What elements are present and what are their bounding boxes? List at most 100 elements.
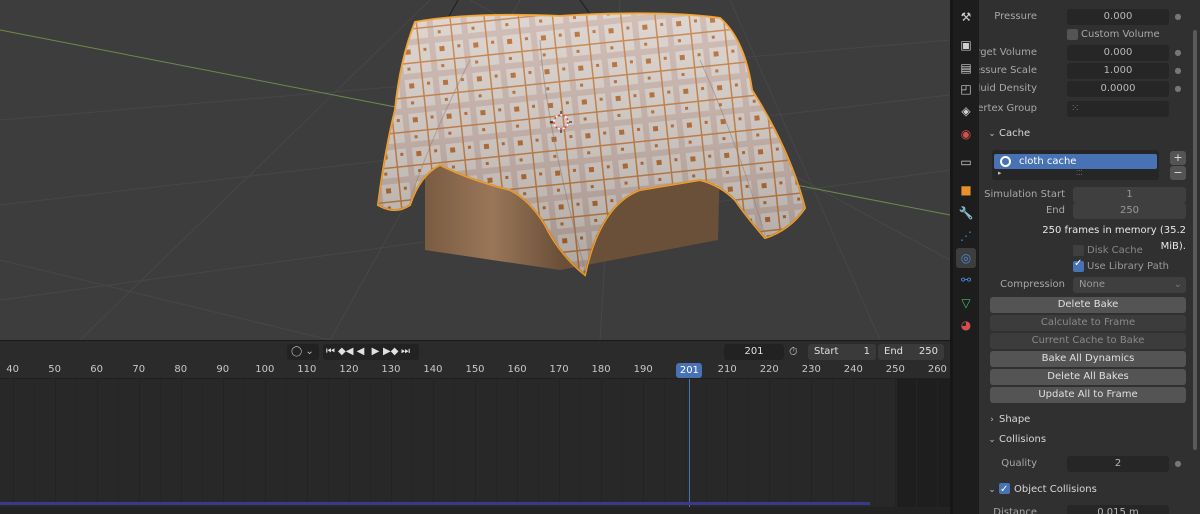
update-all-to-frame-button[interactable]: Update All to Frame	[990, 387, 1186, 403]
target-volume-field[interactable]: 0.000	[1067, 45, 1169, 61]
stopwatch-icon[interactable]: ⏱	[789, 344, 803, 360]
scene-icon[interactable]: ◈	[956, 101, 976, 121]
custom-volume-checkbox[interactable]	[1067, 29, 1078, 40]
timeline-grid-line	[874, 379, 876, 514]
ruler-tick-label: 260	[927, 364, 947, 375]
pressure-field[interactable]: 0.000	[1067, 9, 1169, 25]
start-frame-field[interactable]: Start 1	[808, 344, 876, 360]
particles-icon[interactable]: ⋰	[956, 226, 976, 246]
pressure-scale-field[interactable]: 1.000	[1067, 63, 1169, 79]
timeline-grid-line	[685, 379, 687, 514]
simulation-end-row: End 250	[979, 202, 1192, 220]
circle-icon: ◯ ⌄	[291, 346, 314, 357]
play-reverse-icon[interactable]: ◀	[353, 344, 368, 360]
compression-value: None	[1079, 279, 1106, 290]
timeline-body[interactable]	[0, 379, 950, 514]
chevron-down-icon: ⌄	[1173, 279, 1182, 290]
play-icon[interactable]: ▶	[368, 344, 383, 360]
timeline-grid-line	[348, 379, 350, 514]
compression-label: Compression	[1000, 279, 1065, 290]
next-keyframe-icon[interactable]: ▶◆	[383, 344, 398, 360]
timeline-grid-line	[180, 379, 182, 514]
timeline-grid-line	[138, 379, 140, 514]
simulation-end-label: End	[1045, 205, 1065, 216]
distance-field[interactable]: 0.015 m	[1067, 505, 1169, 514]
ruler-tick-label: 150	[465, 364, 485, 375]
end-frame-field[interactable]: End 250	[878, 344, 944, 360]
timeline-ruler[interactable]: 40 50 60 70 80 90 100 110 120 130 140 150 160 170 180 1…	[0, 362, 950, 379]
timeline-grid-line	[222, 379, 224, 514]
world-icon[interactable]: ◉	[956, 124, 976, 144]
start-frame-value: 1	[863, 346, 870, 357]
fluid-density-field[interactable]: 0.0000	[1067, 81, 1169, 97]
object-collisions-checkbox[interactable]	[999, 480, 1010, 500]
keyframe-dot-icon[interactable]: ●	[1173, 63, 1183, 79]
start-frame-label: Start	[814, 346, 839, 357]
keyframe-dot-icon[interactable]: ●	[1173, 45, 1183, 61]
ruler-tick-label: 120	[339, 364, 359, 375]
3d-viewport[interactable]	[0, 0, 950, 340]
minus-icon: −	[1173, 166, 1183, 179]
timeline-grid-line	[580, 379, 582, 514]
compression-dropdown[interactable]: None ⌄	[1073, 277, 1186, 293]
chevron-right-icon: ›	[990, 415, 994, 425]
object-collisions-panel-header[interactable]: ⌄ Object Collisions	[985, 480, 1193, 500]
modifier-icon[interactable]: 🔧	[956, 203, 976, 223]
timeline-grid-line	[538, 379, 540, 514]
delete-bake-button[interactable]: Delete Bake	[990, 297, 1186, 313]
bake-all-dynamics-button[interactable]: Bake All Dynamics	[990, 351, 1186, 367]
current-cache-to-bake-button[interactable]: Current Cache to Bake	[990, 333, 1186, 349]
add-cache-button[interactable]: +	[1170, 151, 1186, 165]
collection-icon[interactable]: ▭	[956, 152, 976, 172]
constraints-icon[interactable]: ⚯	[956, 270, 976, 290]
remove-cache-button[interactable]: −	[1170, 166, 1186, 180]
data-icon[interactable]: ▽	[956, 293, 976, 313]
ruler-tick-label: 40	[6, 364, 19, 375]
vertex-group-icon: ⁙	[1071, 103, 1080, 114]
cache-panel-header[interactable]: ⌄ Cache	[985, 124, 1193, 144]
cache-list-item[interactable]: cloth cache	[994, 154, 1157, 169]
timeline-grid-line	[117, 379, 119, 514]
properties-scrollbar[interactable]	[1193, 30, 1197, 450]
playhead-line[interactable]	[689, 379, 690, 509]
physics-icon[interactable]: ◎	[956, 248, 976, 268]
ruler-tick-label: 50	[48, 364, 61, 375]
viewport-scene	[0, 0, 950, 340]
object-icon[interactable]: ■	[956, 180, 976, 200]
timeline-grid-line	[748, 379, 750, 514]
jump-to-start-icon[interactable]: ⏮	[323, 344, 338, 360]
quality-field[interactable]: 2	[1067, 456, 1169, 472]
playhead-frame-badge[interactable]: 201	[676, 363, 703, 378]
keyframe-dot-icon[interactable]: ●	[1173, 81, 1183, 97]
timeline-grid-line	[643, 379, 645, 514]
shape-panel-header[interactable]: › Shape	[985, 410, 1193, 430]
keyframe-dot-icon[interactable]: ●	[1173, 9, 1183, 25]
delete-all-bakes-button[interactable]: Delete All Bakes	[990, 369, 1186, 385]
timeline-header: ◯ ⌄ ⏮ ◆◀ ◀ ▶ ▶◆ ⏭ 201 ⏱ Start 1 End 250	[0, 340, 950, 362]
collisions-panel-header[interactable]: ⌄ Collisions	[985, 430, 1193, 450]
jump-to-end-icon[interactable]: ⏭	[398, 344, 413, 360]
simulation-start-field[interactable]: 1	[1073, 187, 1186, 203]
current-frame-field[interactable]: 201	[724, 344, 784, 360]
expand-triangle-icon[interactable]: ▸	[998, 169, 1002, 177]
calculate-to-frame-button[interactable]: Calculate to Frame	[990, 315, 1186, 331]
cache-list[interactable]: cloth cache ▸ ⁚⁚⁚	[992, 150, 1159, 180]
resize-grip-icon[interactable]: ⁚⁚⁚	[1076, 169, 1083, 177]
previous-keyframe-icon[interactable]: ◆◀	[338, 344, 353, 360]
vertex-group-field[interactable]: ⁙	[1067, 101, 1169, 117]
render-icon[interactable]: ▣	[956, 35, 976, 55]
use-library-path-checkbox[interactable]	[1073, 258, 1084, 272]
chevron-down-icon: ⌄	[988, 485, 996, 495]
fluid-density-row: Fluid Density 0.0000 ●	[979, 80, 1192, 98]
timeline-grid-line	[159, 379, 161, 514]
simulation-end-field[interactable]: 250	[1073, 203, 1186, 219]
disk-cache-checkbox[interactable]	[1073, 245, 1084, 256]
output-icon[interactable]: ▤	[956, 58, 976, 78]
timeline-grid-line	[54, 379, 56, 514]
keyframe-dot-icon[interactable]: ●	[1173, 456, 1183, 472]
tool-icon[interactable]: ⚒	[956, 7, 976, 27]
timeline-scrollbar[interactable]	[0, 507, 950, 514]
material-icon[interactable]: ◕	[956, 315, 976, 335]
view-layer-icon[interactable]: ◰	[956, 79, 976, 99]
auto-keying-dropdown[interactable]: ◯ ⌄	[287, 344, 319, 360]
